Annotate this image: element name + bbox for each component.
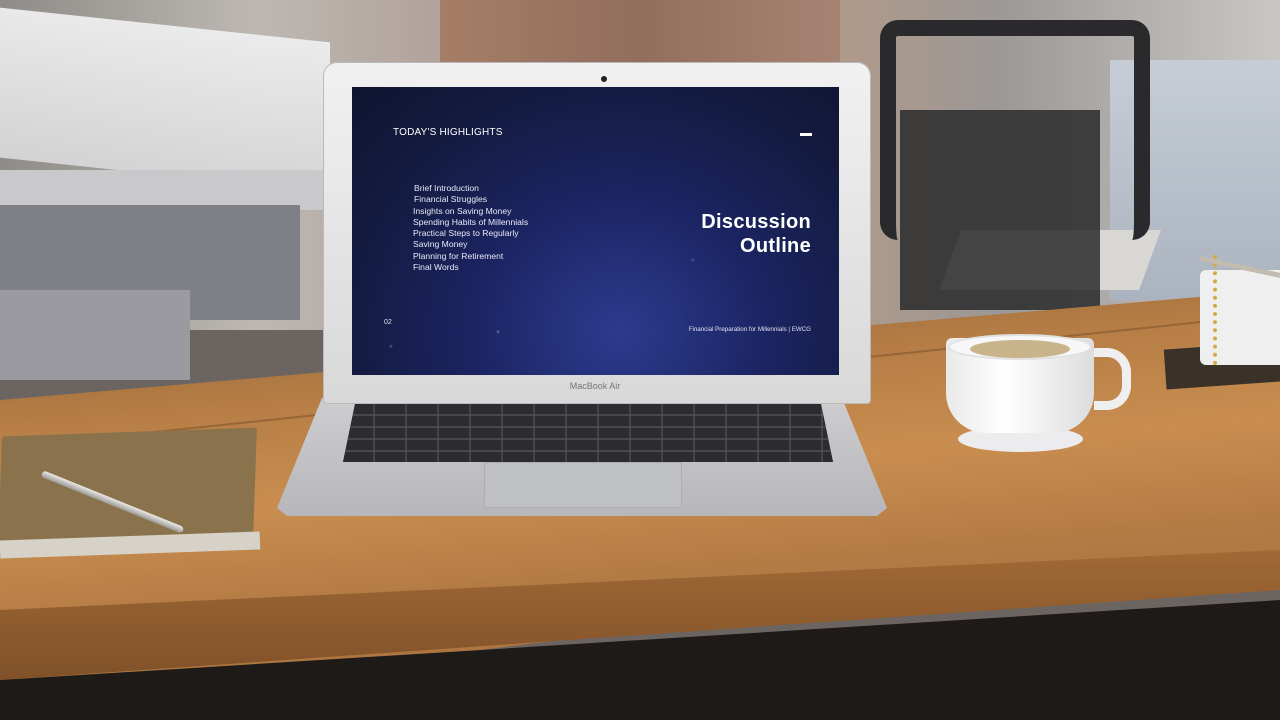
outline-item: Saving Money: [413, 239, 468, 250]
spiral-notebook: [1200, 270, 1280, 365]
cup-handle: [1094, 348, 1131, 410]
brick-wall: [440, 0, 840, 70]
outline-item: Insights on Saving Money: [413, 205, 512, 216]
outline-item: Brief Introduction: [414, 183, 479, 193]
shelf-edge: [0, 170, 330, 210]
outline-item: Spending Habits of Millennials: [413, 216, 529, 227]
slide-title: Discussion Outline: [701, 210, 811, 258]
coffee: [970, 340, 1070, 358]
brown-notebook: [0, 427, 257, 549]
slide-title-line2: Outline: [740, 235, 811, 257]
keyboard-keys: [343, 404, 833, 462]
slide-header: TODAY'S HIGHLIGHTS: [393, 127, 503, 138]
outline-list: Brief Introduction Financial Struggles I…: [413, 183, 529, 273]
slide-title-line1: Discussion: [701, 211, 811, 233]
slide-footer: Financial Preparation for Millennials | …: [688, 326, 811, 333]
spiral-binding: [1213, 255, 1237, 365]
coffee-cup: [946, 334, 1131, 458]
office-chair: [880, 20, 1150, 240]
webcam-icon: [601, 76, 607, 82]
menu-dash-icon: [800, 133, 812, 136]
outline-item: Practical Steps to Regularly: [413, 228, 519, 239]
laptop-screen: TODAY'S HIGHLIGHTS Brief Introduction Fi…: [352, 87, 839, 375]
outline-item: Financial Struggles: [414, 194, 488, 205]
cabinet: [0, 290, 190, 380]
slide-page-number: 02: [384, 319, 392, 326]
laptop-trackpad: [484, 462, 682, 508]
outline-item: Final Words: [413, 262, 459, 273]
photo-scene: MacBook Air TODAY'S HIGHLIGHTS Brief Int…: [0, 0, 1280, 720]
laptop-brand-label: MacBook Air: [569, 381, 621, 391]
outline-item: Planning for Retirement: [413, 250, 504, 261]
